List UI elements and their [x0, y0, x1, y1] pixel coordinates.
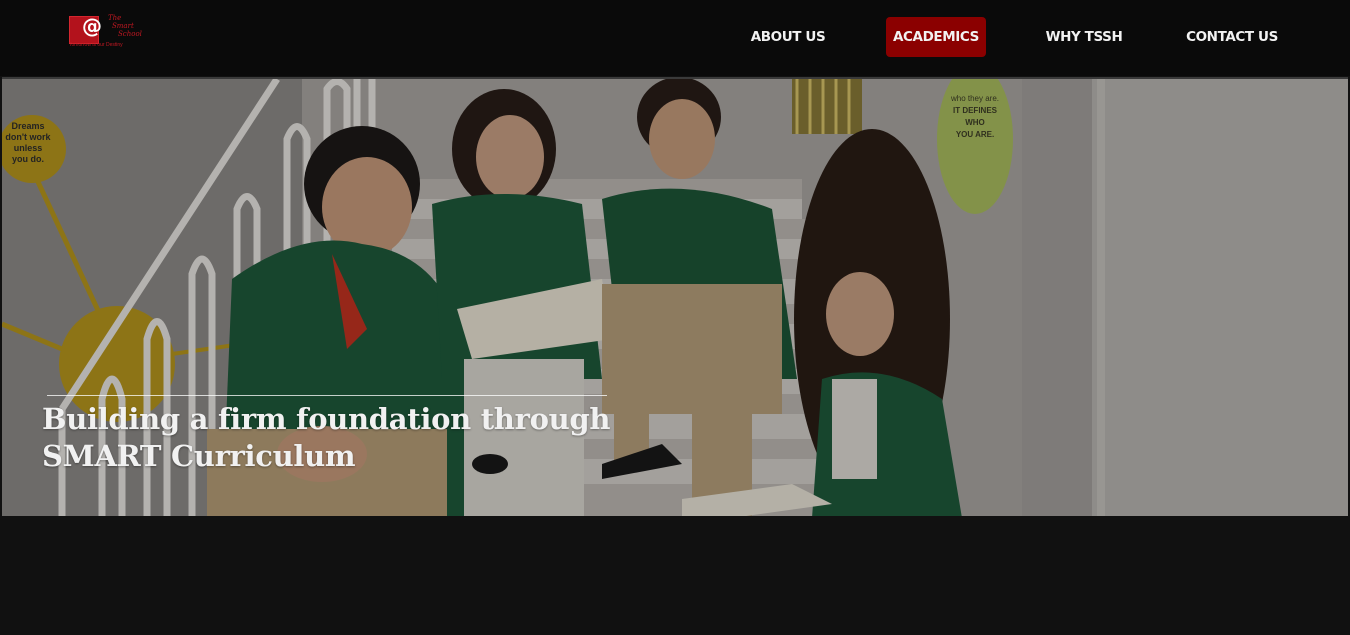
hero-title: Building a firm foundation through SMART…	[42, 401, 662, 475]
site-header: @ The Smart School Tomorrow is our Desti…	[0, 0, 1350, 76]
hero-title-line-2: SMART Curriculum	[42, 439, 356, 473]
nav-contact-us[interactable]: CONTACT US	[1176, 17, 1288, 57]
nav-about-us[interactable]: ABOUT US	[742, 17, 834, 57]
hero-divider-line	[47, 395, 607, 396]
nav-academics[interactable]: ACADEMICS	[886, 17, 986, 57]
hero-banner: Dreams don't work unless you do. who the…	[2, 77, 1348, 516]
nav-why-tssh[interactable]: WHY TSSH	[1038, 17, 1130, 57]
main-nav: ABOUT US ACADEMICS WHY TSSH CONTACT US	[0, 17, 1350, 57]
hero-title-line-1: Building a firm foundation through	[42, 402, 611, 436]
